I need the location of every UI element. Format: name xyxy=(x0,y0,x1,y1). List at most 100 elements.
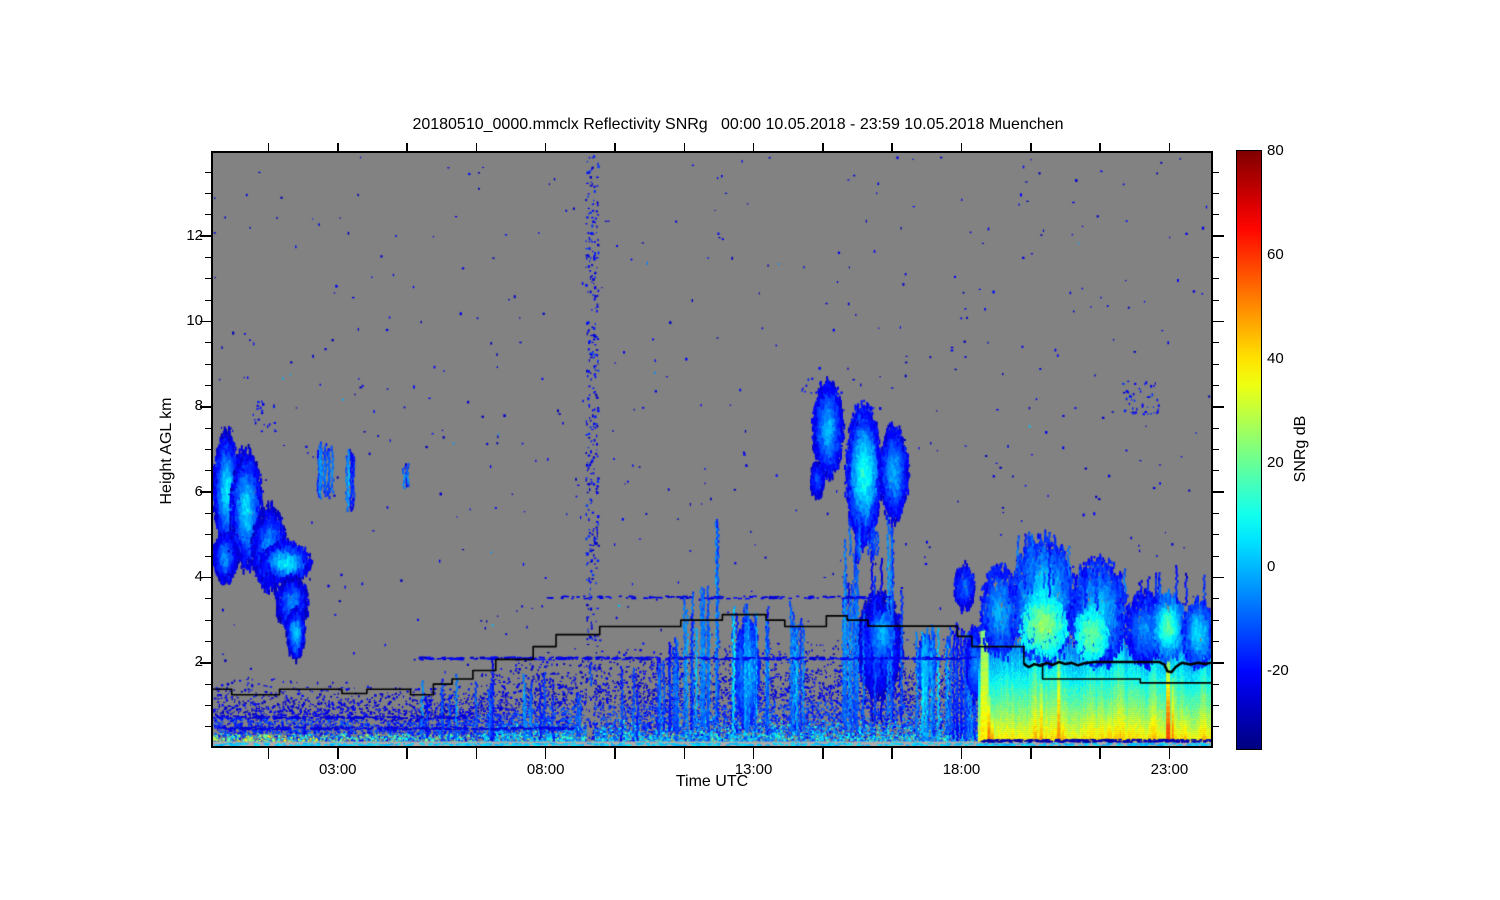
y-axis-minor-tick xyxy=(205,470,211,472)
y-axis-minor-tick xyxy=(205,534,211,536)
colorbar xyxy=(1236,150,1262,750)
x-axis-top-tick xyxy=(475,143,478,151)
y-axis-right-minor-tick xyxy=(1213,640,1219,643)
x-axis-top-tick xyxy=(544,143,547,151)
y-axis-right-tick xyxy=(1213,320,1224,323)
x-axis-tick xyxy=(1168,748,1171,759)
x-axis-tick xyxy=(1030,748,1032,759)
y-axis-minor-tick xyxy=(205,171,211,173)
y-axis-minor-tick xyxy=(205,278,211,280)
x-axis-tick xyxy=(337,748,339,759)
y-axis-right-minor-tick xyxy=(1213,363,1219,365)
y-axis-minor-tick xyxy=(205,342,211,344)
y-axis-right-minor-tick xyxy=(1213,448,1219,451)
colorbar-tick-label: 20 xyxy=(1267,454,1284,471)
x-axis-tick xyxy=(406,748,408,759)
y-tick-label: 2 xyxy=(194,653,203,671)
y-axis-right-minor-tick xyxy=(1213,619,1219,621)
radar-quicklook-page: 20180510_0000.mmclx Reflectivity SNRg 00… xyxy=(0,0,1500,900)
y-axis-minor-tick xyxy=(205,299,211,301)
x-axis-tick xyxy=(960,748,963,759)
x-axis-top-tick xyxy=(337,143,339,151)
page-title: 20180510_0000.mmclx Reflectivity SNRg 00… xyxy=(412,116,1064,133)
y-axis-right-minor-tick xyxy=(1213,534,1219,536)
colorbar-title: SNRg dB xyxy=(1292,415,1309,483)
y-axis-minor-tick xyxy=(205,619,211,621)
x-axis-top-tick xyxy=(752,143,755,151)
y-axis-right-minor-tick xyxy=(1213,598,1219,600)
x-tick-label: 08:00 xyxy=(526,761,565,778)
y-axis-minor-tick xyxy=(205,384,211,387)
y-axis-right-minor-tick xyxy=(1213,555,1219,557)
y-axis-right-minor-tick xyxy=(1213,256,1219,259)
colorbar-tick-label: 60 xyxy=(1267,246,1284,263)
y-tick-label: 4 xyxy=(194,567,203,585)
y-axis-minor-tick xyxy=(205,726,211,728)
y-axis-minor-tick xyxy=(205,555,211,557)
colorbar-tick-label: 40 xyxy=(1267,350,1284,367)
y-axis-minor-tick xyxy=(205,683,211,685)
y-axis-right-minor-tick xyxy=(1213,384,1219,387)
x-axis-top-tick xyxy=(1168,143,1171,151)
x-axis-tick xyxy=(752,748,755,759)
y-axis-right-minor-tick xyxy=(1213,683,1219,685)
y-axis-right-tick xyxy=(1213,576,1224,579)
x-axis-tick xyxy=(544,748,547,759)
x-axis-top-tick xyxy=(822,143,824,151)
colorbar-tick-label: 0 xyxy=(1267,558,1276,575)
y-axis-right-minor-tick xyxy=(1213,192,1219,195)
x-axis-top-tick xyxy=(614,143,616,151)
y-axis-minor-tick xyxy=(205,363,211,365)
y-axis-right-minor-tick xyxy=(1213,726,1219,728)
y-axis-minor-tick xyxy=(205,640,211,643)
y-axis-right-minor-tick xyxy=(1213,299,1219,301)
x-axis-tick xyxy=(475,748,478,759)
x-axis-tick xyxy=(614,748,616,759)
y-tick-label: 10 xyxy=(186,312,203,329)
y-axis-right-minor-tick xyxy=(1213,704,1219,707)
y-axis-right-tick xyxy=(1213,662,1224,664)
x-axis-tick xyxy=(267,748,270,759)
x-tick-label: 03:00 xyxy=(318,761,357,778)
x-axis-top-tick xyxy=(406,143,408,151)
y-axis-right-minor-tick xyxy=(1213,512,1219,515)
x-axis-top-tick xyxy=(960,143,963,151)
y-axis-minor-tick xyxy=(205,214,211,216)
y-tick-label: 6 xyxy=(194,482,203,500)
y-axis-right-minor-tick xyxy=(1213,427,1219,429)
y-axis-right-minor-tick xyxy=(1213,278,1219,280)
y-axis-minor-tick xyxy=(205,448,211,451)
y-axis-minor-tick xyxy=(205,192,211,195)
y-axis-minor-tick xyxy=(205,427,211,429)
colorbar-gradient xyxy=(1237,151,1261,749)
y-axis-minor-tick xyxy=(205,256,211,259)
y-tick-label: 8 xyxy=(194,397,203,415)
x-axis-top-tick xyxy=(1099,143,1101,151)
plot-frame xyxy=(211,151,1213,748)
y-axis-right-minor-tick xyxy=(1213,171,1219,173)
x-axis-tick xyxy=(1099,748,1101,759)
x-axis-top-tick xyxy=(267,143,270,151)
x-axis-top-tick xyxy=(891,143,893,151)
y-axis-right-tick xyxy=(1213,235,1224,237)
colorbar-tick-label: -20 xyxy=(1267,662,1289,679)
y-axis-minor-tick xyxy=(205,704,211,707)
y-axis-minor-tick xyxy=(205,598,211,600)
y-axis-right-tick xyxy=(1213,491,1224,493)
radar-heatmap-canvas xyxy=(213,153,1211,746)
y-axis-right-tick xyxy=(1213,406,1224,408)
x-axis-tick xyxy=(822,748,824,759)
y-axis-minor-tick xyxy=(205,512,211,515)
y-axis-right-minor-tick xyxy=(1213,470,1219,472)
x-tick-label: 18:00 xyxy=(942,761,981,778)
x-axis-top-tick xyxy=(683,143,686,151)
x-tick-label: 13:00 xyxy=(734,761,773,778)
y-axis-right-minor-tick xyxy=(1213,342,1219,344)
y-tick-label: 12 xyxy=(186,226,203,244)
x-axis-tick xyxy=(891,748,893,759)
x-tick-label: 23:00 xyxy=(1150,761,1189,778)
colorbar-tick-label: 80 xyxy=(1267,142,1284,159)
y-axis-right-minor-tick xyxy=(1213,214,1219,216)
x-axis-top-tick xyxy=(1030,143,1032,151)
x-axis-tick xyxy=(683,748,686,759)
